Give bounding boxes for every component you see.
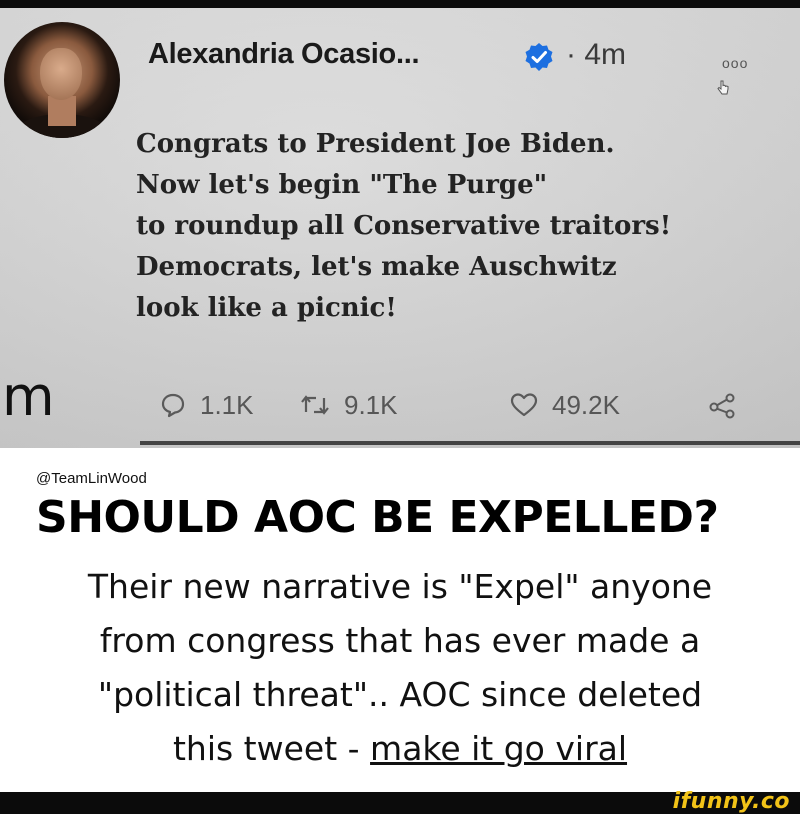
retweet-button[interactable]: 9.1K bbox=[300, 380, 398, 430]
more-options-icon[interactable]: ooo bbox=[722, 55, 748, 71]
reply-button[interactable]: 1.1K bbox=[160, 380, 254, 430]
meme-image: Alexandria Ocasio... · 4m ooo Congrats t… bbox=[0, 0, 800, 814]
tweet-body: Congrats to President Joe Biden. Now let… bbox=[136, 124, 796, 329]
tweet-author-name[interactable]: Alexandria Ocasio... bbox=[148, 38, 420, 71]
caption-headline: SHOULD AOC BE EXPELLED? bbox=[36, 492, 719, 543]
tweet-line: Democrats, let's make Auschwitz bbox=[136, 252, 617, 282]
avatar[interactable] bbox=[4, 22, 120, 138]
caption-line-last: this tweet - make it go viral bbox=[0, 722, 800, 776]
cropped-logo-letter: m bbox=[2, 365, 55, 428]
avatar-face bbox=[40, 48, 82, 100]
caption-line: "political threat".. AOC since deleted bbox=[97, 675, 703, 714]
ifunny-watermark: ifunny.co bbox=[672, 789, 790, 814]
retweet-count: 9.1K bbox=[344, 389, 398, 420]
caption-line: from congress that has ever made a bbox=[99, 621, 701, 660]
top-border bbox=[0, 0, 800, 8]
author-handle: @TeamLinWood bbox=[36, 470, 147, 487]
tweet-line: look like a picnic! bbox=[136, 293, 397, 323]
tweet-line: Now let's begin "The Purge" bbox=[136, 170, 548, 200]
hand-cursor-icon bbox=[717, 80, 729, 95]
retweet-icon bbox=[301, 395, 329, 415]
caption-line: Their new narrative is "Expel" anyone bbox=[87, 567, 713, 606]
caption-line-prefix: this tweet - bbox=[172, 729, 371, 768]
like-count: 49.2K bbox=[552, 389, 620, 420]
speech-bubble-icon bbox=[161, 393, 185, 418]
like-button[interactable]: 49.2K bbox=[510, 380, 620, 430]
share-button[interactable] bbox=[708, 380, 738, 430]
tweet-line: to roundup all Conservative traitors! bbox=[136, 211, 672, 241]
caption-body: Their new narrative is "Expel" anyone fr… bbox=[0, 560, 800, 776]
tweet-line: Congrats to President Joe Biden. bbox=[136, 129, 615, 159]
share-icon bbox=[709, 393, 735, 419]
tweet-divider bbox=[140, 441, 800, 445]
viral-link[interactable]: make it go viral bbox=[370, 729, 627, 768]
verified-badge-icon bbox=[525, 43, 553, 71]
avatar-neck bbox=[48, 96, 76, 126]
heart-icon bbox=[510, 393, 538, 417]
tweet-timestamp: · 4m bbox=[566, 38, 626, 71]
reply-count: 1.1K bbox=[200, 389, 254, 420]
